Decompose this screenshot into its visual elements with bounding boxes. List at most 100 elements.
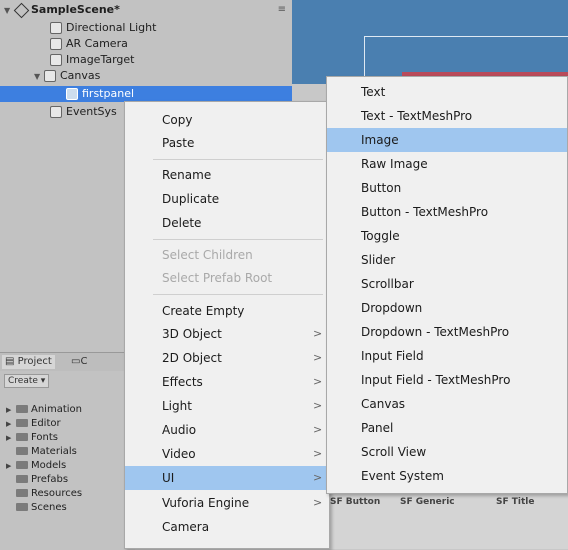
menu-item-label: Paste bbox=[162, 136, 195, 150]
menu-item-audio[interactable]: Audio > bbox=[125, 418, 329, 442]
menu-item-paste[interactable]: Paste bbox=[125, 131, 329, 155]
hierarchy-item-directional-light[interactable]: Directional Light bbox=[50, 20, 156, 36]
submenu-item-raw-image[interactable]: Raw Image bbox=[327, 152, 567, 176]
submenu-item-label: Text bbox=[361, 85, 386, 99]
create-button[interactable]: Create ▾ bbox=[4, 374, 50, 388]
submenu-item-input-field[interactable]: Input Field bbox=[327, 344, 567, 368]
menu-item-3d-object[interactable]: 3D Object > bbox=[125, 322, 329, 346]
expand-arrow-icon[interactable]: ▶ bbox=[6, 403, 14, 417]
submenu-arrow-icon: > bbox=[313, 423, 323, 436]
submenu-item-button-textmeshpro[interactable]: Button - TextMeshPro bbox=[327, 200, 567, 224]
folder-icon bbox=[16, 461, 28, 469]
menu-item-camera[interactable]: Camera bbox=[125, 515, 329, 539]
submenu-item-label: Slider bbox=[361, 253, 396, 267]
collapse-arrow-icon[interactable]: ▼ bbox=[34, 69, 44, 85]
menu-item-delete[interactable]: Delete bbox=[125, 211, 329, 235]
hierarchy-item-label: EventSys bbox=[66, 105, 117, 118]
submenu-item-text[interactable]: Text bbox=[327, 80, 567, 104]
submenu-item-event-system[interactable]: Event System bbox=[327, 464, 567, 488]
hierarchy-menu-icon[interactable]: ≡ bbox=[278, 4, 286, 15]
submenu-item-label: Dropdown - TextMeshPro bbox=[361, 325, 510, 339]
project-panel: ▤ Project ▭C Create ▾ ▶ Animation ▶ Editor… bbox=[0, 352, 135, 550]
menu-item-effects[interactable]: Effects > bbox=[125, 370, 329, 394]
submenu-item-image[interactable]: Image bbox=[327, 128, 567, 152]
menu-item-rename[interactable]: Rename bbox=[125, 163, 329, 187]
expand-arrow-icon[interactable]: ▶ bbox=[6, 459, 14, 473]
menu-separator bbox=[153, 239, 323, 240]
submenu-item-dropdown-textmeshpro[interactable]: Dropdown - TextMeshPro bbox=[327, 320, 567, 344]
folder-scenes[interactable]: Scenes bbox=[6, 501, 67, 515]
menu-item-label: Video bbox=[162, 447, 196, 461]
submenu-item-toggle[interactable]: Toggle bbox=[327, 224, 567, 248]
menu-item-video[interactable]: Video > bbox=[125, 442, 329, 466]
submenu-arrow-icon: > bbox=[313, 399, 323, 412]
submenu-item-label: Scroll View bbox=[361, 445, 427, 459]
hierarchy-item-canvas[interactable]: ▼ Canvas bbox=[34, 68, 100, 84]
folder-icon bbox=[16, 475, 28, 483]
menu-separator bbox=[153, 294, 323, 295]
folder-editor[interactable]: ▶ Editor bbox=[6, 417, 61, 431]
folder-prefabs[interactable]: Prefabs bbox=[6, 473, 68, 487]
menu-item-label: Duplicate bbox=[162, 192, 220, 206]
folder-label: Fonts bbox=[31, 432, 58, 443]
folder-resources[interactable]: Resources bbox=[6, 487, 82, 501]
asset-sf-button[interactable]: SF Button bbox=[330, 497, 380, 507]
expand-arrow-icon[interactable]: ▶ bbox=[6, 431, 14, 445]
hierarchy-item-label: AR Camera bbox=[66, 37, 128, 50]
menu-item-label: Effects bbox=[162, 375, 203, 389]
submenu-item-scroll-view[interactable]: Scroll View bbox=[327, 440, 567, 464]
menu-item-light[interactable]: Light > bbox=[125, 394, 329, 418]
menu-item-copy[interactable]: Copy bbox=[125, 108, 329, 132]
menu-item-label: Copy bbox=[162, 113, 193, 127]
submenu-item-input-field-textmeshpro[interactable]: Input Field - TextMeshPro bbox=[327, 368, 567, 392]
canvas-outline bbox=[364, 36, 568, 37]
menu-item-vuforia-engine[interactable]: Vuforia Engine > bbox=[125, 491, 329, 515]
submenu-item-canvas[interactable]: Canvas bbox=[327, 392, 567, 416]
ui-submenu: Text Text - TextMeshPro Image Raw Image … bbox=[326, 76, 568, 494]
menu-item-label: Select Children bbox=[162, 248, 253, 262]
hierarchy-item-imagetarget[interactable]: ImageTarget bbox=[50, 52, 134, 68]
folder-materials[interactable]: Materials bbox=[6, 445, 77, 459]
submenu-item-scrollbar[interactable]: Scrollbar bbox=[327, 272, 567, 296]
project-asset-strip: SF Button SF Generic SF Title bbox=[320, 490, 568, 549]
submenu-item-label: Raw Image bbox=[361, 157, 428, 171]
gameobject-icon bbox=[50, 54, 62, 66]
submenu-item-label: Button bbox=[361, 181, 402, 195]
menu-item-duplicate[interactable]: Duplicate bbox=[125, 187, 329, 211]
submenu-item-text-textmeshpro[interactable]: Text - TextMeshPro bbox=[327, 104, 567, 128]
hierarchy-item-firstpanel[interactable]: firstpanel bbox=[0, 86, 292, 102]
collapse-arrow-icon[interactable]: ▼ bbox=[4, 3, 14, 19]
hierarchy-item-ar-camera[interactable]: AR Camera bbox=[50, 36, 128, 52]
menu-item-label: Camera bbox=[162, 520, 210, 534]
tab-project[interactable]: ▤ Project bbox=[2, 355, 55, 369]
hierarchy-item-label: ImageTarget bbox=[66, 53, 135, 66]
submenu-arrow-icon: > bbox=[313, 471, 323, 484]
hierarchy-item-eventsystem[interactable]: EventSys bbox=[50, 104, 117, 120]
submenu-item-slider[interactable]: Slider bbox=[327, 248, 567, 272]
folder-label: Editor bbox=[31, 418, 61, 429]
menu-item-label: Create Empty bbox=[162, 304, 245, 318]
gameobject-icon bbox=[50, 106, 62, 118]
tab-project-label: Project bbox=[17, 356, 52, 367]
asset-sf-title[interactable]: SF Title bbox=[496, 497, 534, 507]
submenu-item-label: Toggle bbox=[361, 229, 400, 243]
submenu-item-button[interactable]: Button bbox=[327, 176, 567, 200]
submenu-item-panel[interactable]: Panel bbox=[327, 416, 567, 440]
folder-models[interactable]: ▶ Models bbox=[6, 459, 66, 473]
submenu-arrow-icon: > bbox=[313, 351, 323, 364]
menu-separator bbox=[153, 159, 323, 160]
asset-sf-generic[interactable]: SF Generic bbox=[400, 497, 455, 507]
folder-icon bbox=[16, 419, 28, 427]
menu-item-ui[interactable]: UI > bbox=[125, 466, 329, 490]
menu-item-2d-object[interactable]: 2D Object > bbox=[125, 346, 329, 370]
menu-item-label: Delete bbox=[162, 216, 202, 230]
submenu-item-dropdown[interactable]: Dropdown bbox=[327, 296, 567, 320]
folder-fonts[interactable]: ▶ Fonts bbox=[6, 431, 58, 445]
menu-item-create-empty[interactable]: Create Empty bbox=[125, 299, 329, 323]
tab-console[interactable]: ▭C bbox=[68, 355, 90, 369]
scene-row[interactable]: ▼ SampleScene* bbox=[4, 2, 120, 18]
menu-item-select-children: Select Children bbox=[125, 243, 329, 267]
scene-view[interactable] bbox=[292, 0, 568, 84]
expand-arrow-icon[interactable]: ▶ bbox=[6, 417, 14, 431]
folder-animation[interactable]: ▶ Animation bbox=[6, 403, 82, 417]
